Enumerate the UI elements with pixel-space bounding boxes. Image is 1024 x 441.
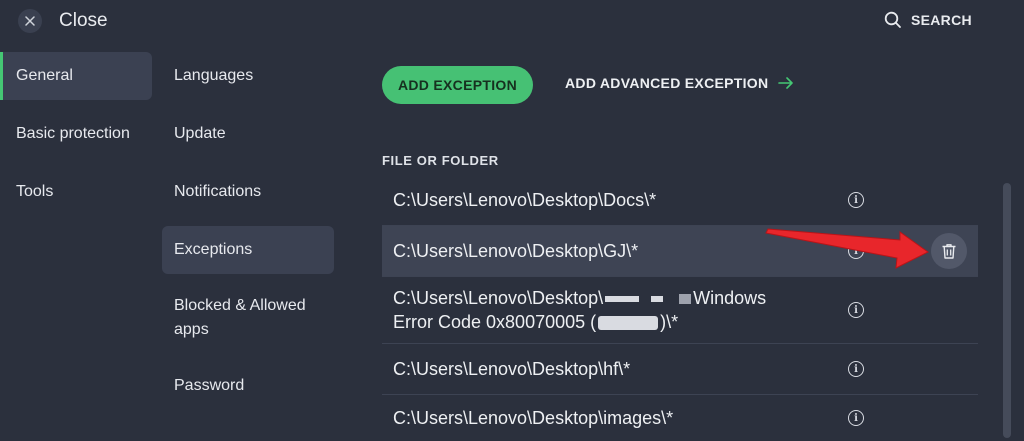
info-icon[interactable]: i: [848, 361, 864, 377]
info-icon[interactable]: i: [848, 302, 864, 318]
exception-row[interactable]: C:\Users\Lenovo\Desktop\Docs\* i: [382, 175, 978, 226]
exception-path: C:\Users\Lenovo\Desktop\Docs\*: [393, 190, 657, 210]
secondary-nav: Languages Update Notifications Exception…: [162, 52, 334, 420]
nav-item-general[interactable]: General: [0, 52, 152, 100]
exceptions-list: C:\Users\Lenovo\Desktop\Docs\* i C:\User…: [382, 175, 978, 441]
nav-item-tools[interactable]: Tools: [0, 168, 152, 216]
subnav-item-password[interactable]: Password: [162, 362, 334, 410]
exception-row-selected[interactable]: C:\Users\Lenovo\Desktop\GJ\* i: [382, 226, 978, 277]
redacted-text: [679, 294, 692, 305]
search-button[interactable]: SEARCH: [884, 11, 972, 29]
info-icon[interactable]: i: [848, 192, 864, 208]
exception-row[interactable]: C:\Users\Lenovo\Desktop\ Windows Error Co…: [382, 277, 978, 344]
subnav-item-languages[interactable]: Languages: [162, 52, 334, 100]
search-icon: [884, 11, 901, 28]
exception-row[interactable]: C:\Users\Lenovo\Desktop\images\* i: [382, 395, 978, 441]
subnav-item-notifications[interactable]: Notifications: [162, 168, 334, 216]
subnav-item-blocked-allowed-apps[interactable]: Blocked & Allowed apps: [162, 284, 334, 352]
exception-path-part: C:\Users\Lenovo\Desktop\: [393, 288, 604, 308]
trash-icon: [942, 244, 956, 259]
add-advanced-exception-label: ADD ADVANCED EXCEPTION: [565, 75, 769, 91]
close-button[interactable]: [18, 9, 42, 33]
exception-path-part: Windows: [693, 288, 767, 308]
add-exception-button[interactable]: ADD EXCEPTION: [382, 66, 533, 104]
top-bar: Close SEARCH: [0, 0, 1024, 44]
subnav-item-update[interactable]: Update: [162, 110, 334, 158]
arrow-right-icon: [778, 77, 794, 89]
redacted-text: [605, 296, 640, 303]
info-icon[interactable]: i: [848, 243, 864, 259]
exception-path: C:\Users\Lenovo\Desktop\images\*: [393, 408, 674, 428]
exception-path: C:\Users\Lenovo\Desktop\GJ\*: [393, 241, 639, 261]
delete-button[interactable]: [931, 233, 967, 269]
section-title: FILE OR FOLDER: [382, 153, 499, 168]
primary-nav: General Basic protection Tools: [0, 52, 160, 226]
add-advanced-exception-button[interactable]: ADD ADVANCED EXCEPTION: [565, 75, 794, 91]
exception-path-part: )\*: [660, 312, 679, 332]
scrollbar[interactable]: [1003, 183, 1011, 438]
redacted-text: [651, 296, 664, 303]
subnav-item-exceptions[interactable]: Exceptions: [162, 226, 334, 274]
exception-path-multiline: C:\Users\Lenovo\Desktop\ Windows Error Co…: [393, 286, 823, 334]
exception-path-part: Error Code 0x80070005 (: [393, 312, 597, 332]
close-label[interactable]: Close: [59, 10, 108, 32]
redacted-text: [598, 316, 659, 331]
search-label: SEARCH: [911, 12, 972, 28]
nav-item-basic-protection[interactable]: Basic protection: [0, 110, 152, 158]
info-icon[interactable]: i: [848, 410, 864, 426]
exception-row[interactable]: C:\Users\Lenovo\Desktop\hf\* i: [382, 344, 978, 395]
close-icon: [25, 16, 35, 26]
exception-path: C:\Users\Lenovo\Desktop\hf\*: [393, 359, 631, 379]
